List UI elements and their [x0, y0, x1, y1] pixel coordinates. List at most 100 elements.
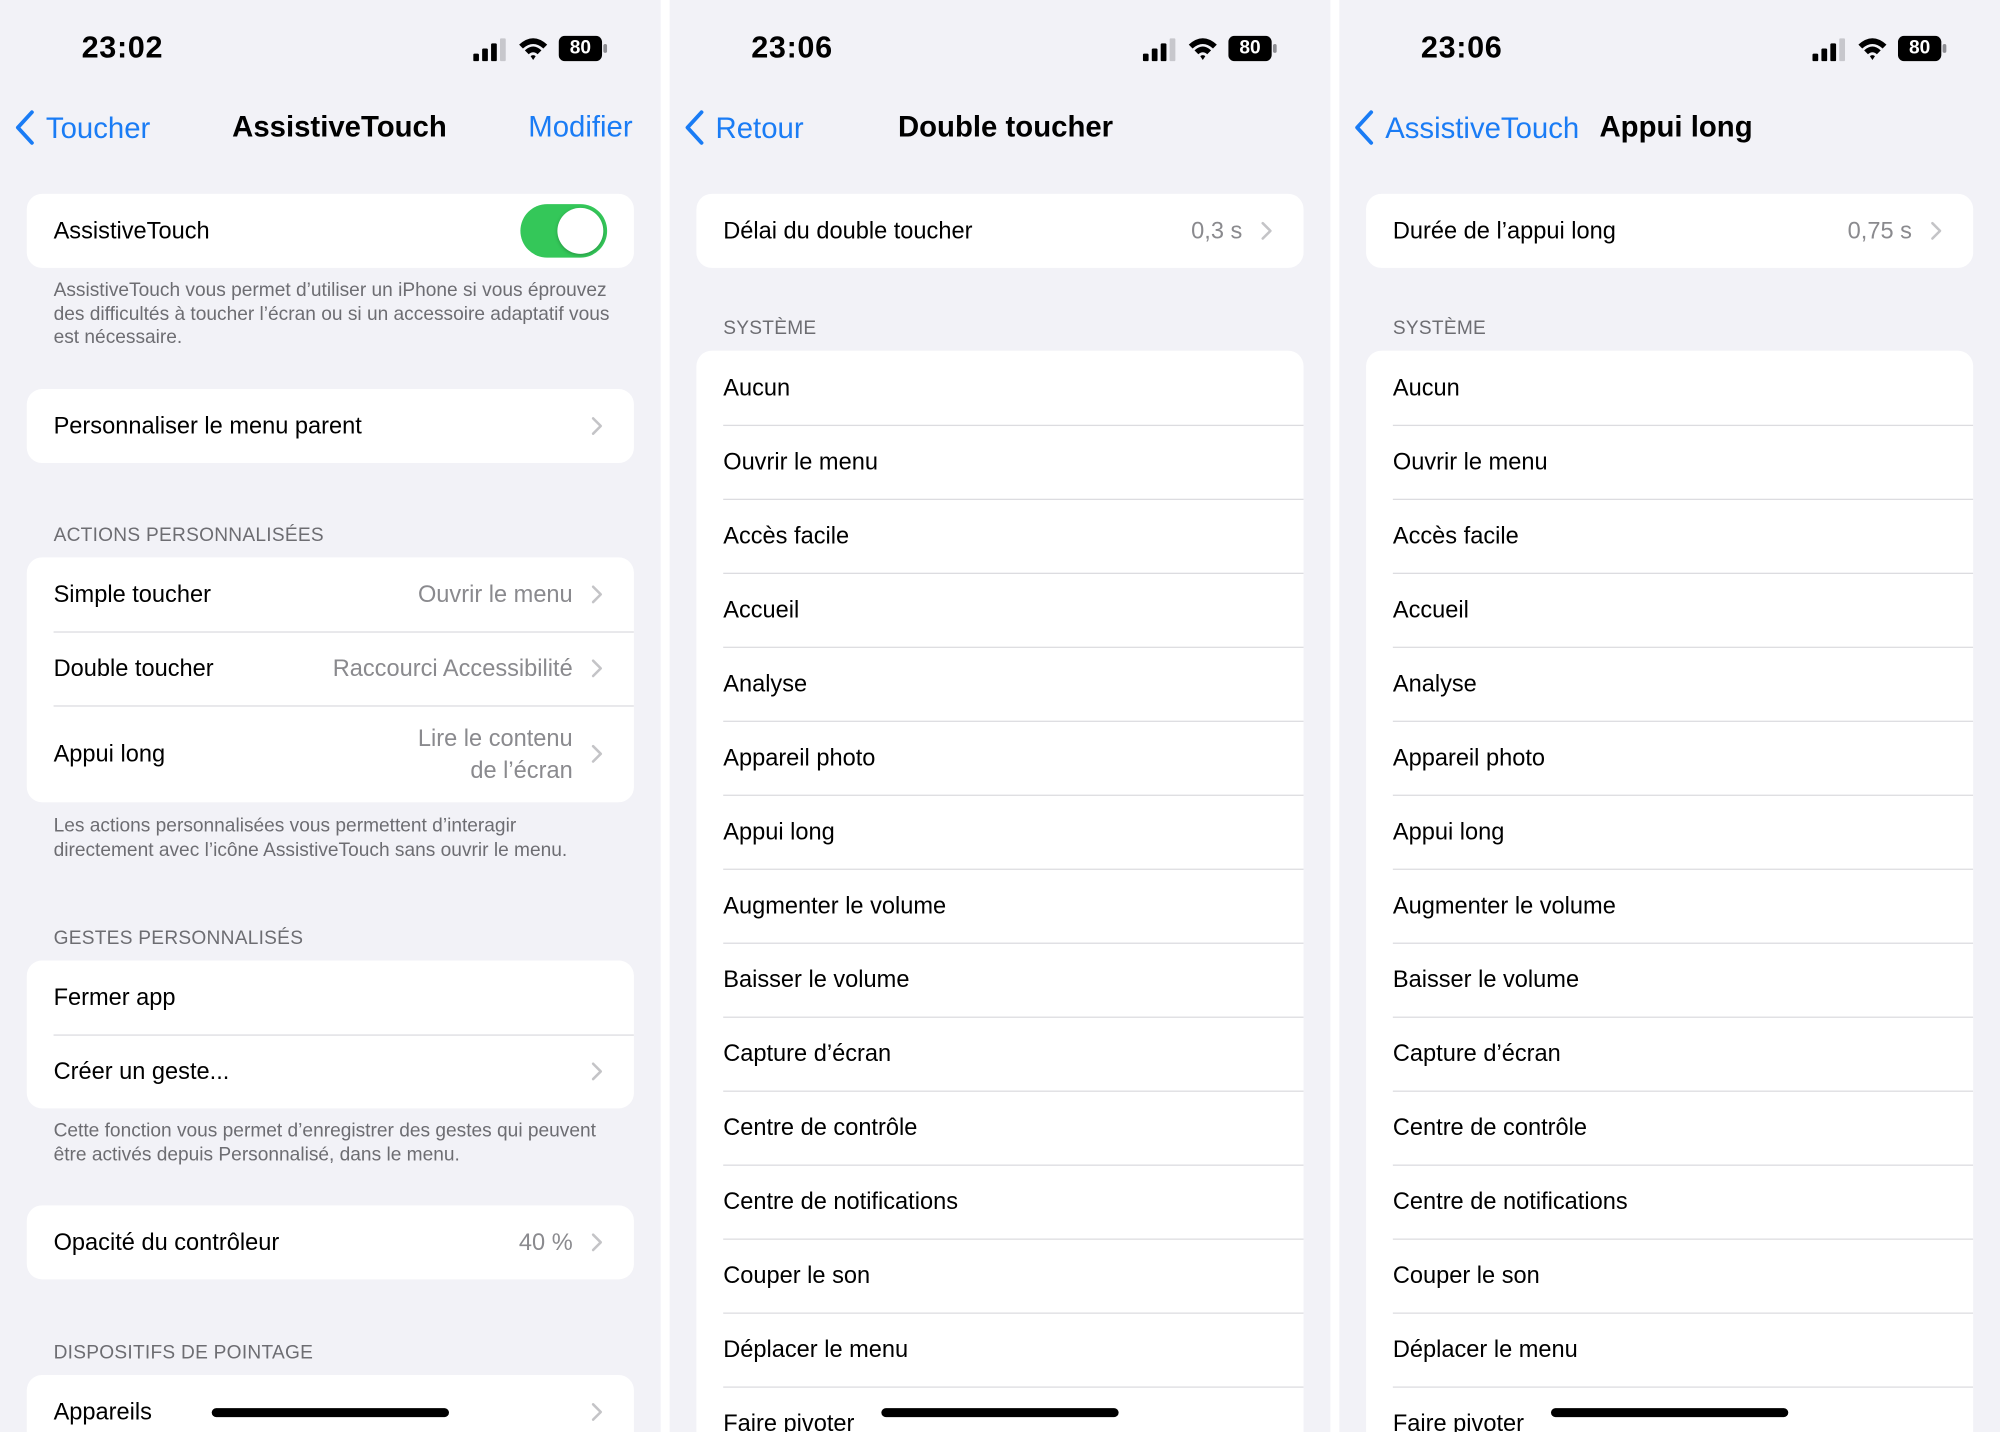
status-time: 23:06	[1420, 30, 1503, 66]
list-item-label: Centre de contrôle	[1392, 1113, 1587, 1141]
home-indicator[interactable]	[1551, 1408, 1789, 1418]
list-item[interactable]: Déplacer le menu	[1366, 1312, 1974, 1386]
list-item-label: Baisser le volume	[1392, 965, 1580, 993]
home-indicator[interactable]	[881, 1408, 1119, 1418]
list-item[interactable]: Accès facile	[696, 498, 1304, 573]
back-button[interactable]: Toucher	[13, 107, 150, 148]
create-gesture-row[interactable]: Créer un geste...	[27, 1034, 634, 1108]
list-item[interactable]: Accueil	[1366, 572, 1974, 647]
customize-top-menu-row[interactable]: Personnaliser le menu parent	[27, 389, 634, 463]
list-item-label: Appui long	[1392, 817, 1505, 845]
chevron-right-icon	[591, 1062, 603, 1081]
wifi-icon	[1858, 38, 1887, 60]
battery-level: 80	[1239, 36, 1261, 59]
status-bar: 23:02 80	[0, 0, 661, 89]
list-item[interactable]: Capture d’écran	[1366, 1016, 1974, 1091]
chevron-right-icon	[591, 744, 603, 763]
assistivetouch-description: AssistiveTouch vous permet d’utiliser un…	[53, 279, 610, 349]
double-tap-label: Double toucher	[53, 654, 214, 682]
long-press-duration-row[interactable]: Durée de l’appui long 0,75 s	[1366, 194, 1973, 268]
chevron-right-icon	[591, 1233, 603, 1252]
list-item[interactable]: Baisser le volume	[1366, 942, 1974, 1017]
idle-opacity-row[interactable]: Opacité du contrôleur 40 %	[27, 1205, 634, 1279]
list-item[interactable]: Appui long	[1366, 794, 1974, 869]
double-tap-timeout-row[interactable]: Délai du double toucher 0,3 s	[696, 194, 1303, 268]
assistivetouch-toggle-switch[interactable]	[520, 204, 608, 258]
list-item[interactable]: Centre de notifications	[1366, 1164, 1974, 1239]
idle-opacity-label: Opacité du contrôleur	[53, 1228, 280, 1256]
close-app-row[interactable]: Fermer app	[27, 960, 634, 1034]
list-item[interactable]: Ouvrir le menu	[696, 424, 1304, 499]
list-item-label: Ouvrir le menu	[723, 447, 878, 475]
list-item[interactable]: Aucun	[696, 351, 1303, 425]
list-item[interactable]: Capture d’écran	[696, 1016, 1304, 1091]
status-time: 23:02	[81, 30, 164, 66]
page-title: Appui long	[1599, 109, 1753, 143]
list-item[interactable]: Appareil photo	[1366, 720, 1974, 795]
back-button[interactable]: AssistiveTouch	[1352, 107, 1579, 148]
list-item[interactable]: Centre de contrôle	[696, 1090, 1304, 1165]
list-item-label: Appareil photo	[1392, 743, 1546, 771]
list-item[interactable]: Centre de contrôle	[1366, 1090, 1974, 1165]
list-item[interactable]: Ouvrir le menu	[1366, 424, 1974, 499]
list-item[interactable]: Augmenter le volume	[1366, 868, 1974, 943]
long-press-row[interactable]: Appui long Lire le contenu de l’écran	[27, 705, 634, 802]
double-tap-timeout-label: Délai du double toucher	[723, 216, 973, 244]
list-item[interactable]: Couper le son	[696, 1238, 1304, 1313]
list-item[interactable]: Déplacer le menu	[696, 1312, 1304, 1386]
long-press-value: Lire le contenu de l’écran	[418, 722, 573, 786]
list-item-label: Aucun	[1392, 373, 1460, 401]
list-item[interactable]: Accès facile	[1366, 498, 1974, 573]
long-press-label: Appui long	[53, 739, 166, 767]
customize-top-menu-label: Personnaliser le menu parent	[53, 411, 362, 439]
cellular-signal-icon	[473, 38, 506, 62]
custom-actions-card: Simple toucher Ouvrir le menu Double tou…	[26, 557, 634, 803]
screenshot-root: 23:02 80 Toucher AssistiveTouch Modifier…	[0, 0, 2000, 1432]
chevron-right-icon	[591, 1403, 603, 1421]
list-item-label: Analyse	[1392, 669, 1477, 697]
list-item[interactable]: Baisser le volume	[696, 942, 1304, 1017]
back-button[interactable]: Retour	[682, 107, 804, 148]
list-item-label: Centre de contrôle	[723, 1113, 918, 1141]
battery-icon: 80	[558, 35, 608, 62]
long-press-duration-value: 0,75 s	[1847, 216, 1912, 244]
list-item[interactable]: Couper le son	[1366, 1238, 1974, 1313]
battery-icon: 80	[1228, 35, 1277, 62]
home-indicator[interactable]	[211, 1408, 449, 1418]
screen-long-press: 23:06 80 AssistiveTouch Appui long Durée…	[1339, 0, 2000, 1432]
list-item-label: Capture d’écran	[1392, 1039, 1561, 1067]
single-tap-row[interactable]: Simple toucher Ouvrir le menu	[27, 557, 634, 631]
cellular-signal-icon	[1812, 38, 1846, 62]
list-item-label: Aucun	[723, 373, 791, 401]
list-item[interactable]: Analyse	[696, 646, 1304, 721]
list-item[interactable]: Centre de notifications	[696, 1164, 1304, 1239]
navigation-bar: AssistiveTouch Appui long	[1339, 99, 2000, 155]
double-tap-row[interactable]: Double toucher Raccourci Accessibilité	[27, 631, 634, 705]
list-item[interactable]: Aucun	[1366, 351, 1973, 425]
cellular-signal-icon	[1142, 38, 1176, 62]
wifi-icon	[519, 38, 548, 60]
list-item[interactable]: Appareil photo	[696, 720, 1304, 795]
page-title: Double toucher	[897, 109, 1114, 143]
list-item[interactable]: Analyse	[1366, 646, 1974, 721]
status-time: 23:06	[751, 30, 833, 66]
long-press-value-line2: de l’écran	[470, 756, 573, 784]
devices-row[interactable]: Appareils	[27, 1375, 634, 1432]
custom-actions-description: Les actions personnalisées vous permette…	[53, 815, 568, 861]
list-item-label: Accueil	[723, 595, 800, 623]
customize-menu-card: Personnaliser le menu parent	[26, 389, 634, 464]
single-tap-label: Simple toucher	[53, 580, 211, 608]
list-item[interactable]: Accueil	[696, 572, 1304, 647]
battery-icon: 80	[1897, 35, 1947, 62]
list-item[interactable]: Augmenter le volume	[696, 868, 1304, 943]
list-item-label: Centre de notifications	[1392, 1187, 1628, 1215]
list-item-label: Augmenter le volume	[1392, 891, 1616, 919]
list-item-label: Ouvrir le menu	[1392, 447, 1548, 475]
list-item[interactable]: Appui long	[696, 794, 1304, 869]
battery-level: 80	[1908, 36, 1931, 59]
chevron-left-icon	[1355, 110, 1374, 145]
edit-button[interactable]: Modifier	[528, 110, 632, 144]
pointer-devices-header: DISPOSITIFS DE POINTAGE	[53, 1341, 314, 1364]
list-item-label: Accès facile	[723, 521, 850, 549]
long-press-value-line1: Lire le contenu	[417, 724, 573, 752]
